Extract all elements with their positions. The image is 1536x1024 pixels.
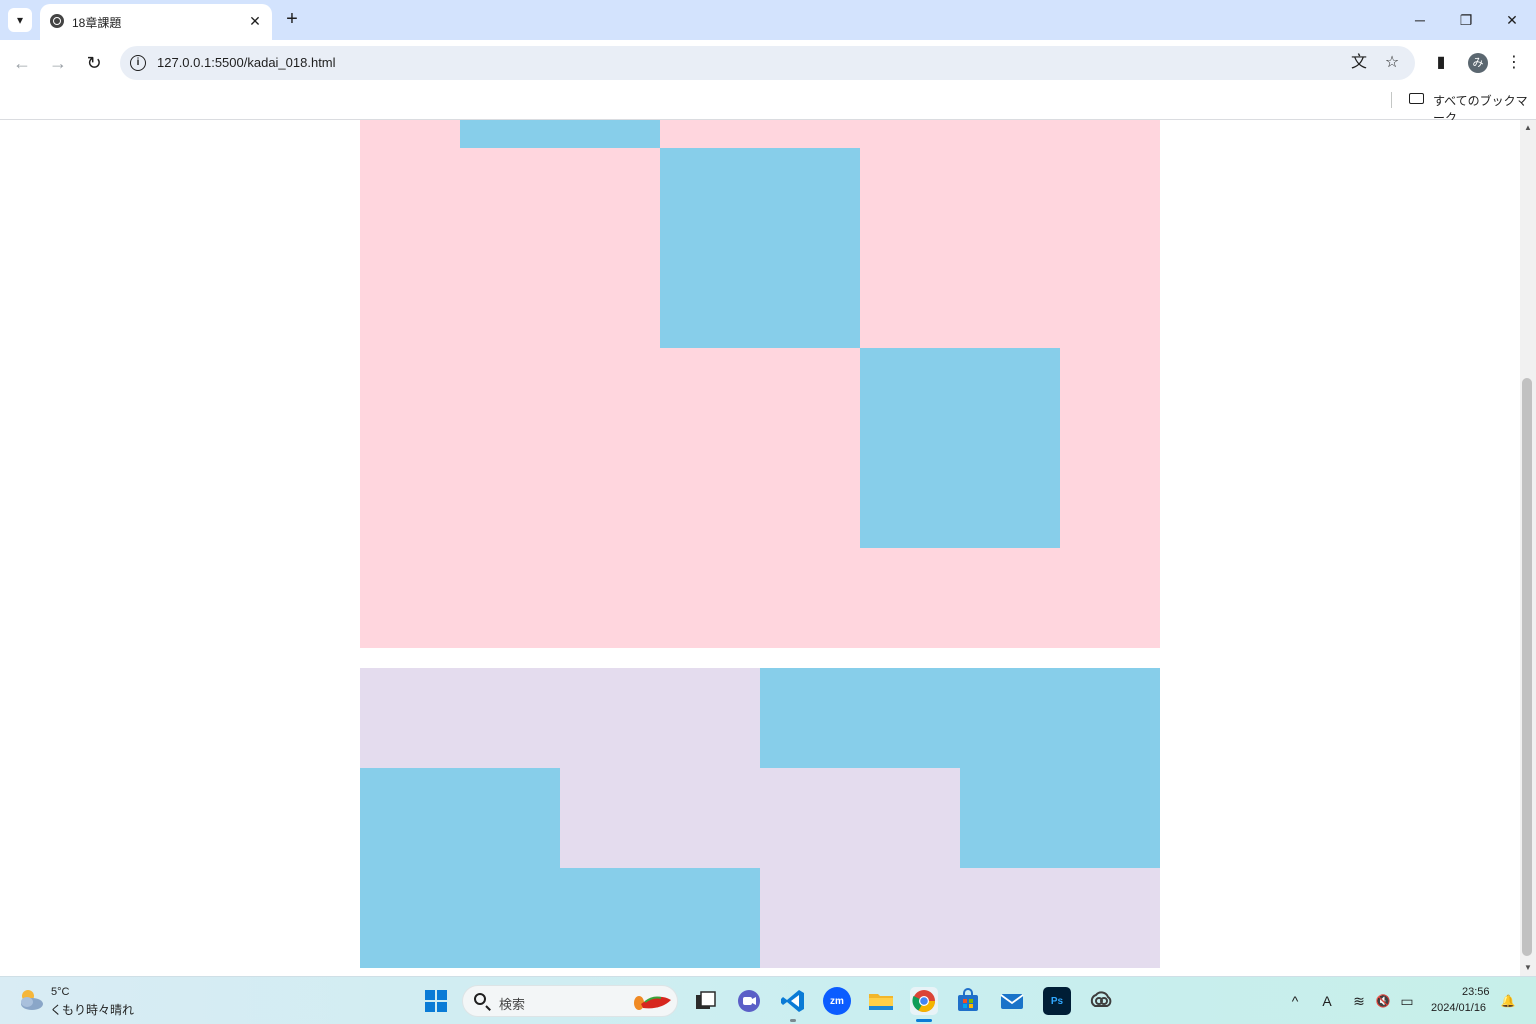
chrome-icon[interactable] <box>910 987 938 1015</box>
search-highlight-icon <box>634 996 671 1010</box>
battery-icon[interactable]: ▭ <box>1398 991 1416 1011</box>
browser-toolbar: ← → ↻ i 127.0.0.1:5500/kadai_018.html 文 … <box>0 40 1536 86</box>
tab-strip: ▾ 18章課題 ✕ + ─ ❐ ✕ <box>0 0 1536 40</box>
globe-icon <box>50 14 64 28</box>
volume-muted-icon[interactable]: 🔇 <box>1374 991 1392 1011</box>
clock-time[interactable]: 23:56 <box>1462 986 1490 998</box>
vertical-scrollbar[interactable]: ▲ ▼ <box>1520 120 1536 976</box>
address-bar[interactable]: i 127.0.0.1:5500/kadai_018.html 文 ☆ <box>120 46 1415 80</box>
menu-icon[interactable]: ⋮ <box>1503 52 1525 74</box>
blue-square-3 <box>860 348 1060 548</box>
bookmark-star-icon[interactable]: ☆ <box>1382 53 1402 73</box>
bookmarks-bar: すべてのブックマーク <box>0 86 1536 125</box>
search-placeholder: 検索 <box>499 997 526 1012</box>
url-text[interactable]: 127.0.0.1:5500/kadai_018.html <box>157 55 336 70</box>
tray-overflow-icon[interactable]: ^ <box>1286 991 1304 1011</box>
blue-block-left <box>360 768 560 868</box>
photoshop-icon[interactable]: Ps <box>1043 987 1071 1015</box>
vscode-running-indicator <box>790 1019 796 1022</box>
tab-title: 18章課題 <box>72 16 122 30</box>
scroll-thumb[interactable] <box>1522 378 1532 956</box>
forward-button[interactable]: → <box>46 51 70 75</box>
mail-icon[interactable] <box>998 987 1026 1015</box>
site-info-icon[interactable]: i <box>130 55 146 71</box>
tab-active[interactable]: 18章課題 ✕ <box>40 4 272 40</box>
minimize-button[interactable]: ─ <box>1400 6 1440 34</box>
zoom-icon[interactable]: zm <box>823 987 851 1015</box>
teams-chat-icon[interactable] <box>735 987 763 1015</box>
clock-date[interactable]: 2024/01/16 <box>1431 1002 1486 1014</box>
side-panel-icon[interactable]: ▮ <box>1430 52 1452 74</box>
weather-description[interactable]: くもり時々晴れ <box>50 1001 134 1018</box>
blue-block-top <box>760 668 1160 768</box>
folder-icon[interactable] <box>1409 93 1424 104</box>
file-explorer-icon[interactable] <box>867 987 895 1015</box>
tab-search-icon[interactable]: ▾ <box>8 8 32 32</box>
back-button[interactable]: ← <box>10 51 34 75</box>
translate-icon[interactable]: 文 <box>1349 53 1369 73</box>
page-viewport <box>0 120 1520 976</box>
scroll-up-icon[interactable]: ▲ <box>1520 120 1536 136</box>
task-view-icon[interactable] <box>692 987 720 1015</box>
reload-button[interactable]: ↻ <box>82 51 106 75</box>
search-icon <box>474 993 486 1005</box>
blue-square-1 <box>460 120 660 148</box>
blue-square-2 <box>660 148 860 348</box>
weather-cloud-sun-icon[interactable] <box>16 986 44 1012</box>
tab-close-icon[interactable]: ✕ <box>246 12 264 30</box>
new-tab-button[interactable]: + <box>282 8 302 32</box>
close-window-button[interactable]: ✕ <box>1492 6 1532 34</box>
windows-start-icon[interactable] <box>425 990 447 1012</box>
scroll-down-icon[interactable]: ▼ <box>1520 960 1536 976</box>
blue-block-right <box>960 768 1160 868</box>
bookmarks-divider <box>1391 92 1392 108</box>
blue-block-bottom <box>360 868 760 968</box>
taskbar: 5°C くもり時々晴れ 検索 zm Ps ^ A ≋ 🔇 ▭ 23:56 202… <box>0 976 1536 1024</box>
taskbar-search[interactable]: 検索 <box>462 985 678 1017</box>
microsoft-store-icon[interactable] <box>954 987 982 1015</box>
ime-icon[interactable]: A <box>1318 991 1336 1011</box>
restore-button[interactable]: ❐ <box>1446 6 1486 34</box>
notification-bell-icon[interactable]: 🔔 <box>1499 991 1517 1011</box>
creative-cloud-icon[interactable] <box>1087 987 1115 1015</box>
wifi-icon[interactable]: ≋ <box>1350 991 1368 1011</box>
weather-temperature[interactable]: 5°C <box>51 986 69 998</box>
vscode-icon[interactable] <box>779 987 807 1015</box>
profile-avatar[interactable]: み <box>1468 53 1488 73</box>
chrome-active-indicator <box>916 1019 932 1022</box>
